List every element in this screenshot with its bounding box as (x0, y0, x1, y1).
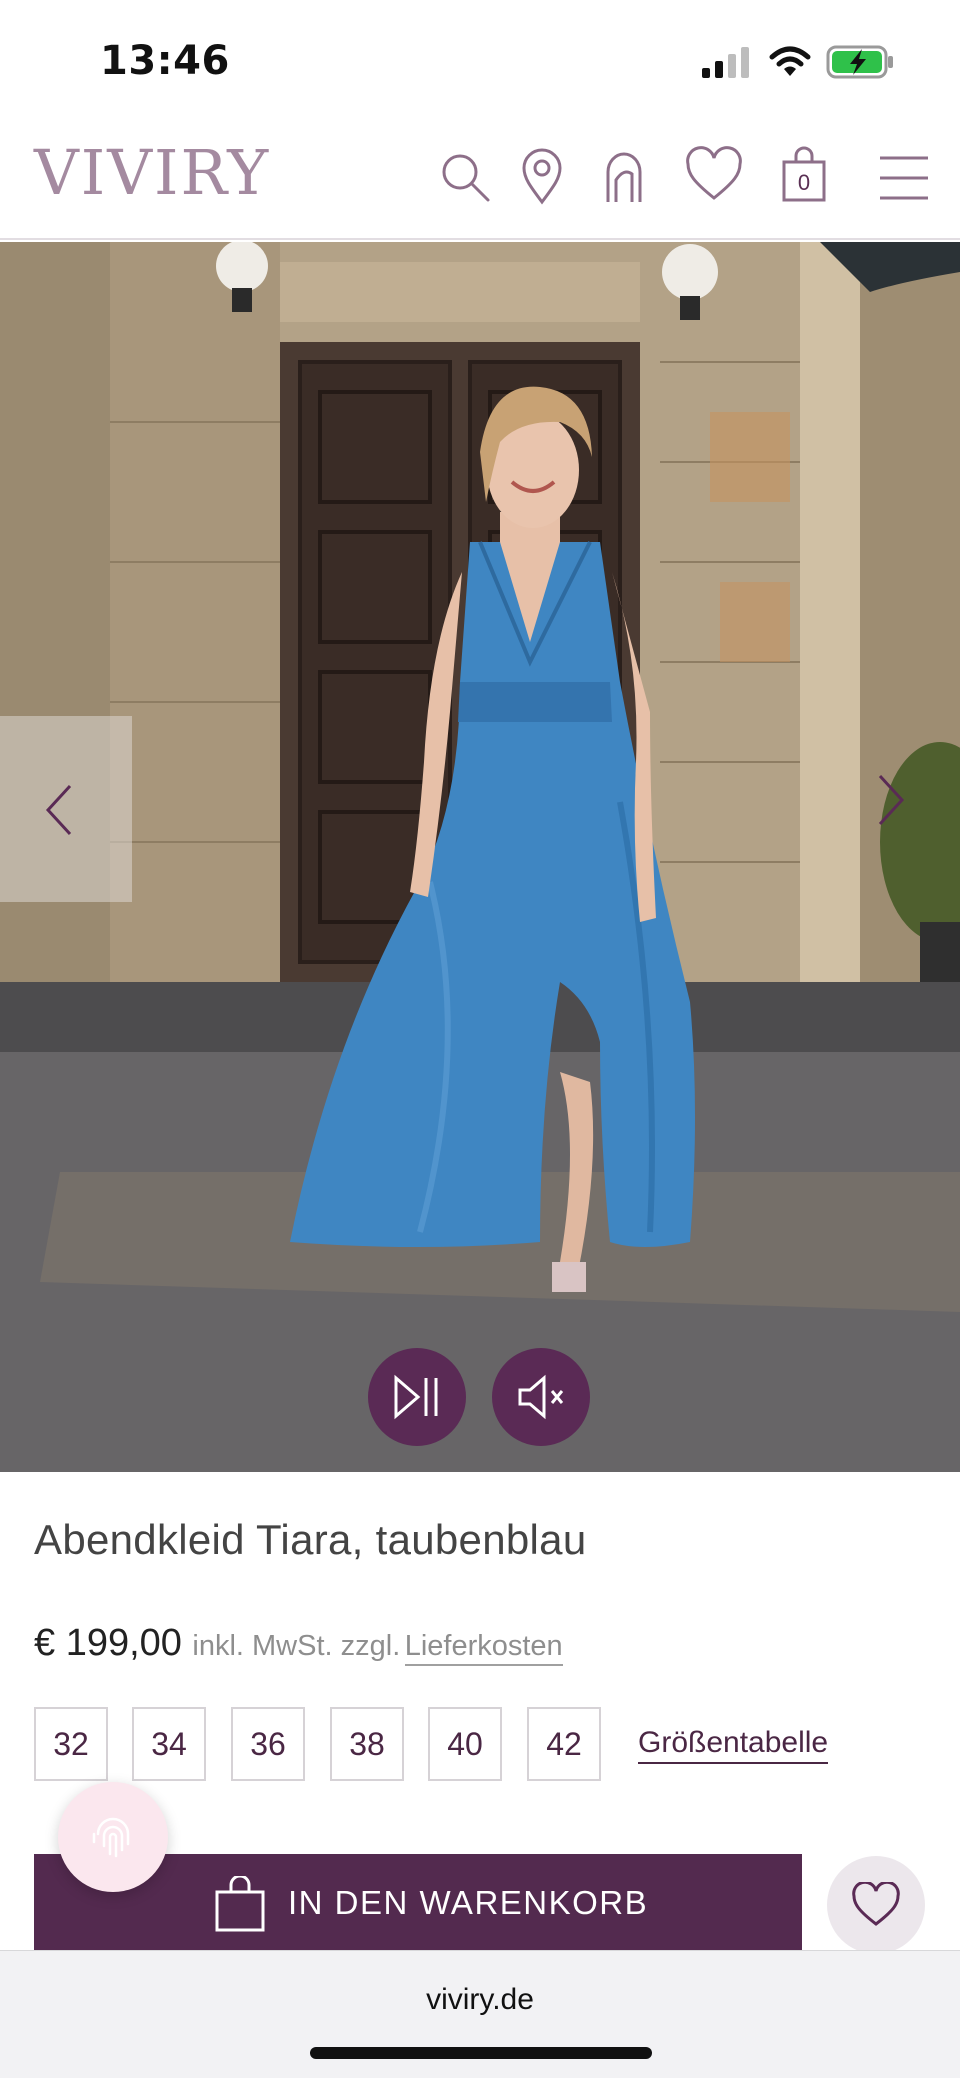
site-header: VIVIRY 0 (0, 120, 960, 240)
fingerprint-icon (92, 1817, 130, 1858)
play-pause-icon (394, 1374, 438, 1420)
brand-logo[interactable]: VIVIRY (34, 142, 270, 204)
size-option[interactable]: 34 (132, 1707, 206, 1781)
status-bar: 13:46 (0, 0, 960, 120)
chevron-right-icon (878, 774, 905, 826)
cart-count-badge: 0 (797, 170, 811, 195)
vat-note: inkl. MwSt. zzgl. (192, 1630, 401, 1662)
heart-icon (852, 1882, 900, 1926)
next-slide-button[interactable] (870, 772, 930, 852)
profile-face-icon[interactable] (594, 146, 654, 206)
add-to-cart-label: IN DEN WARENKORB (288, 1884, 649, 1921)
size-option[interactable]: 42 (527, 1707, 601, 1781)
shopping-bag-icon (215, 1876, 265, 1932)
shipping-costs-link[interactable]: Lieferkosten (404, 1630, 563, 1666)
url-text: viviry.de (426, 1983, 534, 2016)
status-time: 13:46 (100, 38, 230, 84)
home-indicator[interactable] (310, 2047, 652, 2059)
size-option[interactable]: 36 (231, 1707, 305, 1781)
mute-icon (518, 1374, 564, 1420)
cellular-signal-icon (702, 47, 749, 78)
size-option[interactable]: 32 (34, 1707, 108, 1781)
product-video[interactable] (0, 242, 960, 1472)
battery-charging-icon (826, 45, 893, 79)
product-title: Abendkleid Tiara, taubenblau (34, 1516, 587, 1563)
product-price: € 199,00 (34, 1622, 182, 1664)
fingerprint-widget-button[interactable] (58, 1782, 168, 1892)
search-icon[interactable] (436, 146, 496, 206)
product-image (0, 242, 960, 1472)
wifi-icon (769, 46, 811, 76)
size-chart-link[interactable]: Größentabelle (638, 1726, 829, 1764)
add-to-wishlist-button[interactable] (827, 1856, 925, 1954)
prev-slide-button[interactable] (0, 716, 132, 902)
play-pause-button[interactable] (368, 1348, 466, 1446)
browser-address-bar[interactable]: viviry.de (0, 1950, 960, 2078)
heart-icon[interactable] (684, 146, 744, 206)
menu-icon[interactable] (874, 146, 934, 206)
mute-button[interactable] (492, 1348, 590, 1446)
price-row: € 199,00 inkl. MwSt. zzgl. Lieferkosten (34, 1622, 563, 1666)
chevron-left-icon (45, 784, 72, 836)
location-pin-icon[interactable] (512, 146, 572, 206)
shopping-bag-icon[interactable]: 0 (774, 146, 834, 206)
size-option[interactable]: 38 (330, 1707, 404, 1781)
size-option[interactable]: 40 (428, 1707, 502, 1781)
